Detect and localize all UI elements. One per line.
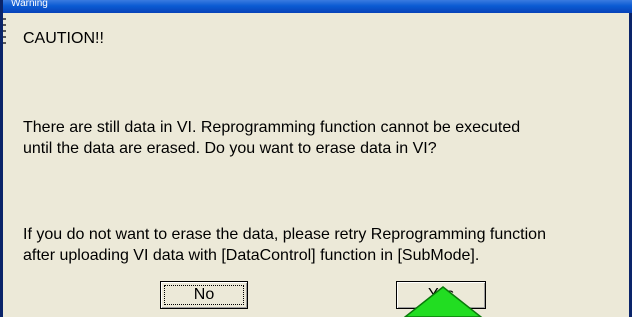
message-line: after uploading VI data with [DataContro… bbox=[23, 247, 480, 264]
window-title: Warning bbox=[11, 0, 48, 9]
resize-grip bbox=[3, 18, 7, 58]
caution-heading: CAUTION!! bbox=[23, 30, 104, 47]
message-paragraph-2: If you do not want to erase the data, pl… bbox=[23, 224, 546, 266]
no-button[interactable]: No bbox=[160, 281, 248, 309]
message-line: until the data are erased. Do you want t… bbox=[23, 140, 437, 157]
focus-rectangle bbox=[164, 285, 244, 305]
message-line: If you do not want to erase the data, pl… bbox=[23, 226, 546, 243]
message-paragraph-1: There are still data in VI. Reprogrammin… bbox=[23, 117, 520, 159]
title-bar[interactable]: Warning bbox=[3, 0, 632, 13]
green-arrow-icon bbox=[403, 286, 483, 317]
warning-dialog: Warning CAUTION!! There are still data i… bbox=[0, 0, 632, 317]
message-line: There are still data in VI. Reprogrammin… bbox=[23, 119, 521, 136]
